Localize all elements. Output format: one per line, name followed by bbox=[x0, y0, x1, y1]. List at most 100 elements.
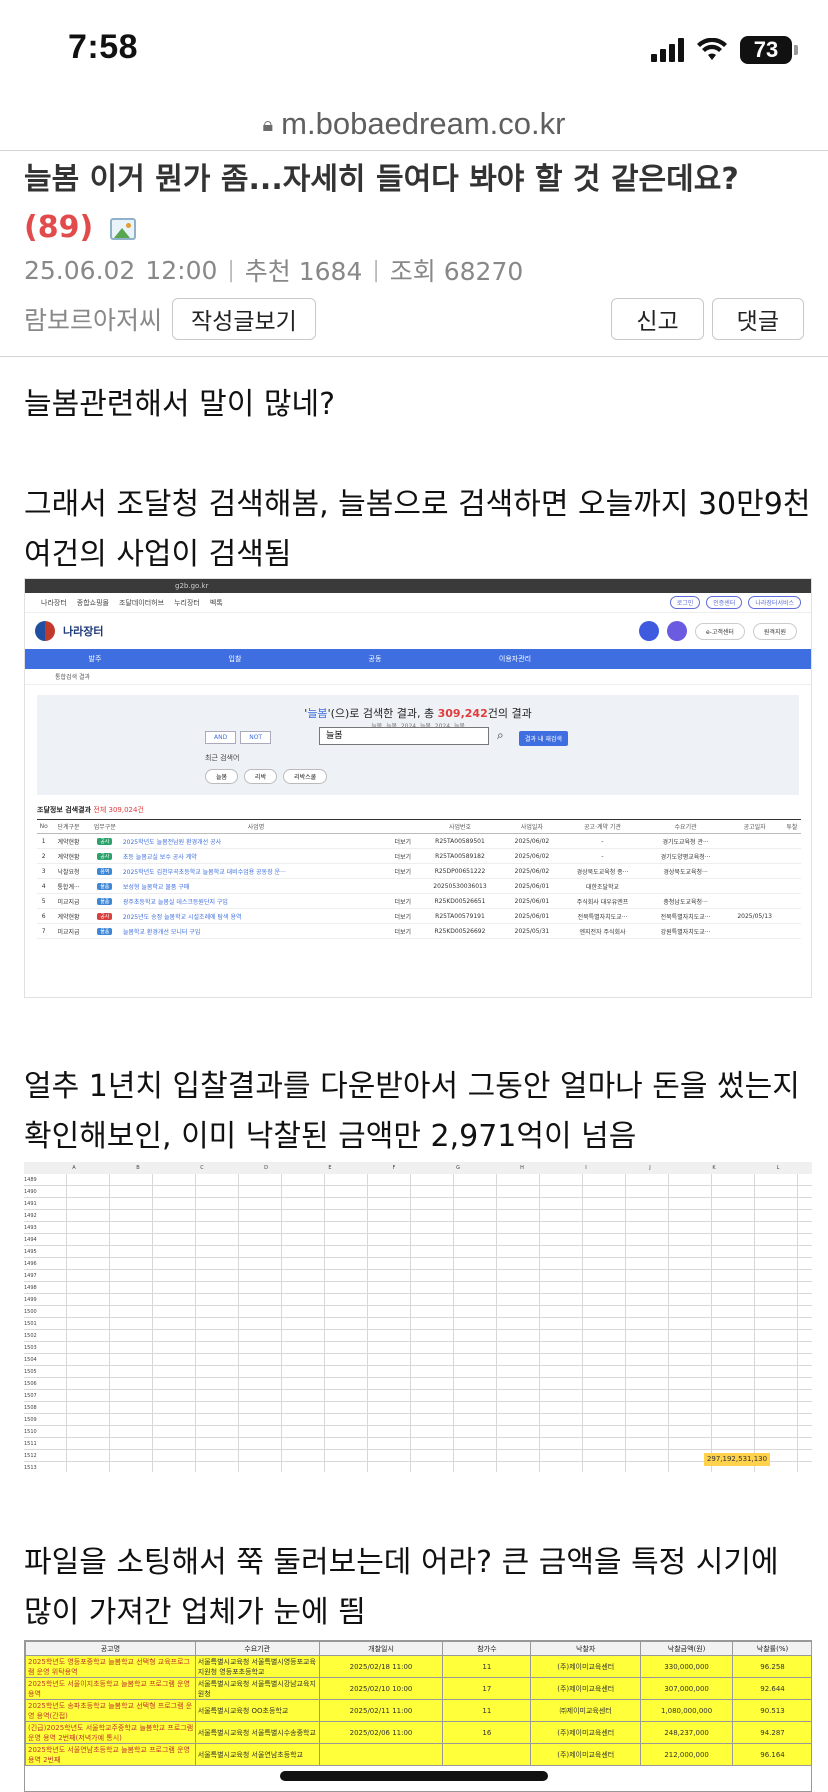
author-name[interactable]: 람보르아저씨 bbox=[24, 301, 162, 337]
filtered-col-header: 수요기관 bbox=[194, 1641, 320, 1656]
results-cell: 2025/06/02 bbox=[503, 848, 561, 864]
filtered-cell: 307,000,000 bbox=[640, 1677, 734, 1700]
results-cell: 대한조달학교 bbox=[560, 878, 645, 894]
body-paragraph-4: 파일을 소팅해서 쭉 둘러보는데 어라? 큰 금액을 특정 시기에 많이 가져간… bbox=[24, 1545, 779, 1630]
results-cell: 2 bbox=[37, 848, 51, 864]
url-text: m.bobaedream.co.kr bbox=[281, 106, 566, 141]
col-header: 사업일자 bbox=[503, 819, 561, 834]
filtered-cell: 2025/02/18 11:00 bbox=[318, 1655, 444, 1678]
address-bar[interactable]: 🔒︎ m.bobaedream.co.kr bbox=[0, 96, 828, 152]
sheet-column-letter: G bbox=[456, 1165, 460, 1171]
results-cell: 더보기 bbox=[389, 923, 417, 939]
results-cell bbox=[726, 878, 783, 894]
results-cell bbox=[782, 863, 801, 879]
comment-count[interactable]: (89) bbox=[24, 210, 93, 245]
embedded-screenshot-search[interactable]: g2b.go.kr 나라장터 종합쇼핑몰 조달데이터허브 누리장터 벡톡 로그인… bbox=[24, 578, 812, 998]
results-cell: 공사 bbox=[86, 833, 123, 849]
filtered-col-header: 낙찰자 bbox=[530, 1641, 642, 1656]
results-row: 5 미교지급 물품 광주초등학교 늘봄실 데스크등원단지 구입 더보기 R25KD0052… bbox=[37, 893, 801, 909]
filtered-cell: ㈜제이미교육센터 bbox=[530, 1699, 642, 1722]
sheet-row: 1493 bbox=[24, 1222, 812, 1234]
results-row: 3 낙찰요청 용역 2025학년도 김천부곡초등학교 늘봄학교 대비수업용 공동장 운… bbox=[37, 863, 801, 879]
col-header: 사업번호 bbox=[416, 819, 504, 834]
results-row: 2 계약현황 공사 초등 늘봄교실 보수 공사 계약 더보기 R25TA00589182 2… bbox=[37, 848, 801, 864]
status-icons: 73 bbox=[651, 34, 798, 66]
sheet-row-number: 1503 bbox=[24, 1345, 37, 1351]
work-type-tag: 공사 bbox=[97, 852, 113, 860]
filtered-cell: 2025/02/06 11:00 bbox=[318, 1721, 444, 1744]
post-title: 늘봄 이거 뭔가 좀...자세히 들여다 봐야 할 것 같은데요? (89) bbox=[24, 156, 814, 252]
meta-separator: | bbox=[227, 257, 235, 283]
results-cell bbox=[782, 878, 801, 894]
sheet-row-number: 1506 bbox=[24, 1381, 37, 1387]
filtered-header-row: 공고명 수요기관 개찰일시 참가수 낙찰자 낙찰금액(원) 낙찰률(%) bbox=[25, 1641, 811, 1656]
results-cell: 2025/05/31 bbox=[503, 923, 561, 939]
sheet-row-number: 1509 bbox=[24, 1417, 37, 1423]
filtered-cell: 서울특별시교육청 서울특별시강남교육지원청 bbox=[194, 1677, 320, 1700]
results-cell: 물품 bbox=[86, 878, 123, 894]
embedded-screenshot-spreadsheet[interactable]: A B C D E F G H I J K L 1489 1490 1491 1492 1493 1494 1495… bbox=[24, 1162, 812, 1472]
work-type-tag: 물품 bbox=[97, 897, 113, 905]
results-cell: 2025학년도 늘봄전남원 환경개선 공사 bbox=[122, 833, 390, 849]
login-pill: 로그인 bbox=[669, 596, 701, 609]
col-header: 투찰 bbox=[782, 819, 801, 834]
sheet-row: 1501 bbox=[24, 1318, 812, 1330]
results-cell: 더보기 bbox=[389, 908, 417, 924]
results-cell: R25KD00526692 bbox=[416, 923, 504, 939]
sheet-row-number: 1494 bbox=[24, 1237, 37, 1243]
sheet-column-letter: F bbox=[392, 1165, 396, 1171]
results-cell: 경상북도교육청 종··· bbox=[560, 863, 645, 879]
sheet-row: 1509 bbox=[24, 1414, 812, 1426]
results-cell: 경상북도교육청··· bbox=[644, 863, 727, 879]
filtered-cell: 212,000,000 bbox=[640, 1743, 734, 1766]
filtered-col-header: 참가수 bbox=[442, 1641, 532, 1656]
research-button: 결과 내 재검색 bbox=[519, 731, 568, 746]
results-cell: 강원특별자치도교··· bbox=[644, 923, 727, 939]
sheet-row-number: 1493 bbox=[24, 1225, 37, 1231]
results-cell: 2025/06/02 bbox=[503, 833, 561, 849]
results-cell: R25TA00579191 bbox=[416, 908, 504, 924]
results-cell: 공사 bbox=[86, 908, 123, 924]
results-cell: 경기도양평교육청··· bbox=[644, 848, 727, 864]
col-header: 사업명 bbox=[122, 819, 390, 834]
col-header: 공고일자 bbox=[726, 819, 783, 834]
cert-pill: 인증센터 bbox=[706, 596, 743, 609]
sheet-column-letter: J bbox=[649, 1165, 651, 1171]
results-cell: 더보기 bbox=[389, 848, 417, 864]
work-type-tag: 공사 bbox=[97, 912, 113, 920]
comment-button[interactable]: 댓글 bbox=[711, 298, 804, 340]
filtered-row: 2025학년도 영등포중학교 늘봄학교 선택형 교육프로그램 운영 위탁용역 서울… bbox=[25, 1655, 811, 1678]
sheet-row: 1507 bbox=[24, 1390, 812, 1402]
filtered-cell: 16 bbox=[442, 1721, 532, 1744]
filtered-cell bbox=[442, 1743, 532, 1766]
top-nav-item: 누리장터 bbox=[174, 598, 200, 607]
col-header: 수요기관 bbox=[644, 819, 727, 834]
and-option: AND bbox=[205, 731, 237, 744]
image-attached-icon bbox=[109, 217, 136, 240]
view-posts-button[interactable]: 작성글보기 bbox=[172, 298, 316, 340]
search-circle-icon bbox=[638, 621, 659, 641]
results-cell: 더보기 bbox=[389, 833, 417, 849]
results-row: 7 미교지급 물품 늘봄학교 환경개선 모니터 구입 더보기 R25KD00526692 2… bbox=[37, 923, 801, 939]
home-indicator[interactable] bbox=[280, 1771, 548, 1781]
embedded-address: g2b.go.kr bbox=[175, 582, 209, 590]
sheet-row-number: 1492 bbox=[24, 1213, 37, 1219]
filtered-cell: 90.513 bbox=[732, 1699, 811, 1722]
top-nav-item: 벡톡 bbox=[209, 598, 223, 607]
filtered-cell: (주)제이미교육센터 bbox=[530, 1743, 642, 1766]
sheet-row: 1506 bbox=[24, 1378, 812, 1390]
results-cell: 2025년도 송정 늘봄학교 시설조례에 탐색 용역 bbox=[122, 908, 390, 924]
embedded-screenshot-filtered-sheet[interactable]: 공고명 수요기관 개찰일시 참가수 낙찰자 낙찰금액(원) 낙찰률(%) 202… bbox=[24, 1640, 812, 1792]
report-button[interactable]: 신고 bbox=[611, 298, 704, 340]
search-result-heading: '늘봄'(으)로 검색한 결과, 총 309,242건의 결과 bbox=[304, 707, 532, 720]
top-nav-item: 나라장터 bbox=[41, 598, 67, 607]
top-pills: 로그인 인증센터 나라장터서비스 bbox=[669, 596, 811, 609]
filtered-cell: 2025학년도 서울연남초등학교 늘봄학교 프로그램 운영 용역 2번째 bbox=[25, 1743, 196, 1766]
results-cell bbox=[782, 848, 801, 864]
user-circle-icon bbox=[666, 621, 687, 641]
post-meta: 25.06.02 12:00 | 추천 1684 | 조회 68270 bbox=[24, 252, 523, 288]
search-keyword: 늘봄 bbox=[307, 707, 328, 720]
col-header: 공고·계약 기관 bbox=[560, 819, 645, 834]
results-cell: 4 bbox=[37, 878, 51, 894]
embedded-logo-right: e-고객센터 원격지원 bbox=[638, 621, 811, 641]
